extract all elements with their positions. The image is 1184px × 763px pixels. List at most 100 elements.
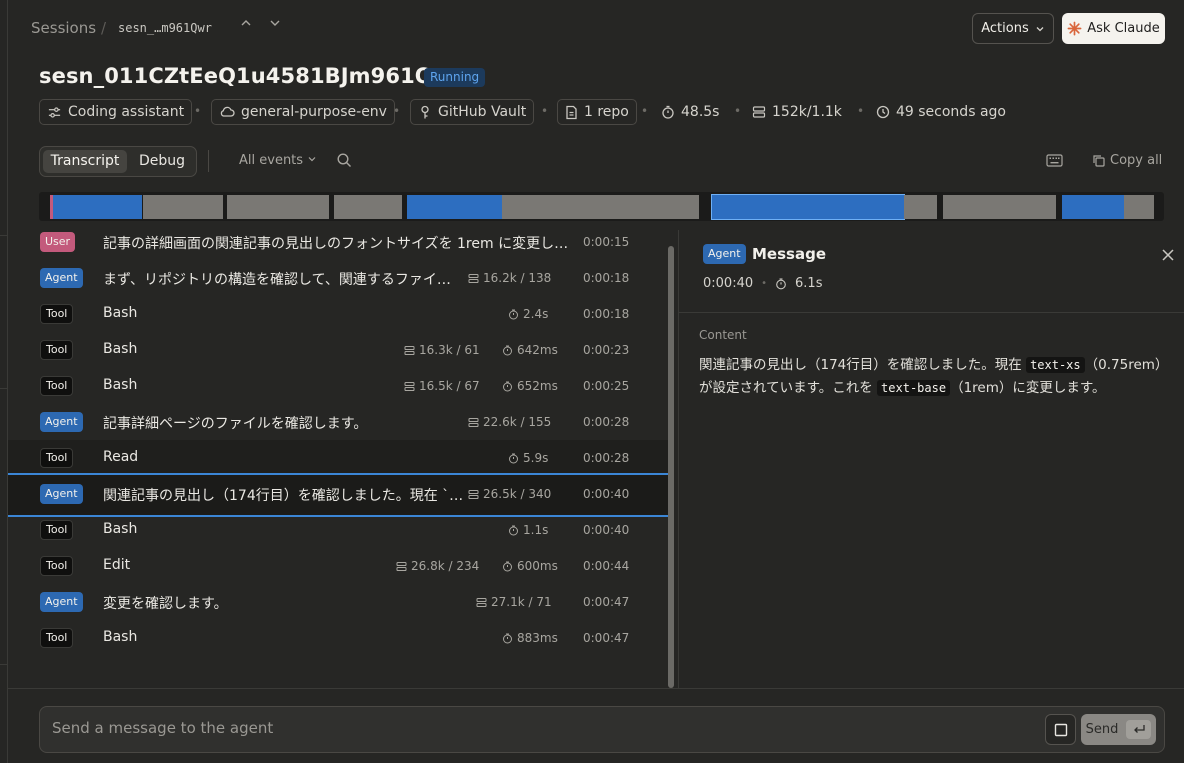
token-icon (468, 417, 479, 427)
event-row[interactable]: Tool Edit 26.8k / 234 600ms 0:00:44 (8, 548, 668, 584)
top-bar: Sessions / sesn_…m961Qwr Actions Ask Cla… (8, 0, 1184, 58)
timeline-segment-agent[interactable] (1062, 195, 1124, 219)
duration-stat: 48.5s (661, 99, 719, 125)
event-list: User 記事の詳細画面の関連記事の見出しのフォントサイズを 1rem に変更し… (8, 230, 668, 688)
event-time: 0:00:47 (583, 631, 630, 645)
message-input[interactable]: Send a message to the agent (52, 719, 273, 737)
tab-debug[interactable]: Debug (130, 150, 194, 173)
events-filter-label: All events (239, 153, 304, 168)
event-type-tag: Tool (40, 556, 74, 576)
timeline-segment-tool[interactable] (334, 195, 402, 219)
agent-chip[interactable]: Coding assistant (39, 99, 193, 125)
timeline-segment-agent[interactable] (407, 195, 502, 219)
detail-divider (679, 312, 1184, 313)
event-text: 記事詳細ページのファイルを確認します。 (103, 416, 368, 432)
event-tokens: 26.8k / 234 (396, 559, 479, 573)
event-row-selected[interactable]: Agent 関連記事の見出し（174行目）を確認しました。現在 `… 26.5k… (8, 473, 668, 517)
event-row[interactable]: Agent 変更を確認します。 27.1k / 71 0:00:47 (8, 584, 668, 620)
event-type-tag: Agent (40, 268, 83, 288)
event-type-tag: Tool (40, 304, 74, 324)
stopwatch-icon (776, 277, 786, 289)
next-session-icon[interactable] (266, 17, 284, 33)
send-button[interactable]: Send (1081, 714, 1156, 745)
status-badge: Running (424, 68, 486, 87)
event-row[interactable]: Tool Bash 883ms 0:00:47 (8, 620, 668, 656)
timeline-segment-tool[interactable] (143, 195, 223, 219)
timeline-segment-tool[interactable] (227, 195, 329, 219)
rail-divider (0, 664, 8, 665)
events-filter-dropdown[interactable]: All events (239, 153, 317, 168)
event-row[interactable]: Agent 記事詳細ページのファイルを確認します。 22.6k / 155 0:… (8, 404, 668, 440)
previous-session-icon[interactable] (237, 17, 255, 33)
event-time: 0:00:47 (583, 595, 630, 609)
event-row[interactable]: Tool Bash 2.4s 0:00:18 (8, 296, 668, 332)
event-row[interactable]: Agent まず、リポジトリの構造を確認して、関連するファイ… 16.2k / … (8, 260, 668, 296)
timeline-segment-tool[interactable] (502, 195, 699, 219)
event-list-scrollbar[interactable] (668, 246, 674, 688)
event-row[interactable]: Tool Bash 1.1s 0:00:40 (8, 512, 668, 548)
stopwatch-icon (503, 633, 512, 643)
event-duration-value: 642ms (517, 343, 558, 357)
event-time: 0:00:40 (583, 487, 630, 501)
event-duration: 5.9s (508, 451, 548, 465)
meta-separator: • (194, 104, 202, 118)
stop-icon (1054, 723, 1067, 736)
content-code: text-base (877, 380, 951, 396)
close-icon[interactable] (1161, 248, 1175, 262)
event-duration-value: 652ms (517, 379, 558, 393)
content-label: Content (699, 328, 747, 342)
event-tokens: 16.3k / 61 (404, 343, 480, 357)
actions-button[interactable]: Actions (972, 13, 1054, 44)
timeline-segment-agent[interactable] (53, 195, 142, 219)
event-type-tag: Tool (40, 628, 74, 648)
detail-meta: 0:00:40 • 6.1s (703, 276, 822, 291)
meta-separator: • (641, 104, 649, 118)
repo-chip[interactable]: 1 repo (557, 99, 637, 125)
updated-stat: 49 seconds ago (876, 99, 1006, 125)
environment-chip[interactable]: general-purpose-env (211, 99, 395, 125)
vault-chip[interactable]: GitHub Vault (410, 99, 535, 125)
event-tokens-value: 26.5k / 340 (483, 487, 552, 501)
keyboard-icon[interactable] (1046, 154, 1063, 167)
search-icon[interactable] (336, 152, 353, 169)
copy-all-label: Copy all (1110, 153, 1163, 168)
timeline-segment-tool[interactable] (1124, 195, 1154, 219)
token-icon (404, 381, 415, 391)
token-icon (468, 273, 479, 283)
event-timeline[interactable] (39, 192, 1164, 221)
event-duration-value: 1.1s (523, 523, 549, 537)
file-icon (566, 105, 577, 119)
event-row[interactable]: Tool Read 5.9s 0:00:28 (8, 440, 668, 476)
meta-separator: • (734, 104, 742, 118)
event-type-tag: Agent (40, 412, 83, 432)
timeline-segment-tool[interactable] (943, 195, 1056, 219)
event-text: Bash (103, 521, 138, 537)
event-time: 0:00:44 (583, 559, 630, 573)
event-duration: 642ms (502, 343, 558, 357)
breadcrumb-sessions[interactable]: Sessions (31, 19, 96, 37)
event-duration-value: 600ms (517, 559, 558, 573)
event-tokens: 16.2k / 138 (468, 271, 551, 285)
copy-all-button[interactable]: Copy all (1092, 153, 1162, 168)
event-row[interactable]: Tool Bash 16.5k / 67 652ms 0:00:25 (8, 368, 668, 404)
event-row[interactable]: User 記事の詳細画面の関連記事の見出しのフォントサイズを 1rem に変更し… (8, 224, 668, 260)
stop-button[interactable] (1045, 714, 1076, 745)
timeline-segment-agent-selected[interactable] (711, 194, 905, 220)
event-text: Edit (103, 557, 131, 573)
cloud-icon (220, 106, 235, 117)
tab-transcript[interactable]: Transcript (43, 150, 127, 173)
event-tokens-value: 26.8k / 234 (411, 559, 480, 573)
event-duration: 2.4s (508, 307, 548, 321)
ask-claude-button[interactable]: Ask Claude (1062, 13, 1165, 44)
event-type-tag: Tool (40, 520, 74, 540)
event-duration-value: 883ms (517, 631, 558, 645)
breadcrumb-session-id: sesn_…m961Qwr (118, 21, 212, 35)
event-tokens-value: 16.5k / 67 (419, 379, 480, 393)
timeline-segment-tool[interactable] (904, 195, 937, 219)
event-tokens: 26.5k / 340 (468, 487, 551, 501)
composer-divider (8, 688, 1184, 689)
event-row[interactable]: Tool Bash 16.3k / 61 642ms 0:00:23 (8, 332, 668, 368)
send-label: Send (1085, 722, 1119, 737)
message-composer[interactable]: Send a message to the agent Send (39, 706, 1165, 753)
event-tokens-value: 22.6k / 155 (483, 415, 552, 429)
